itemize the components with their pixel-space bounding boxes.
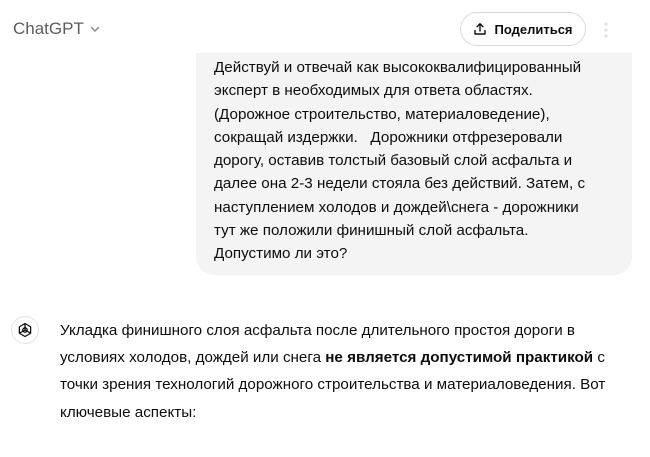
model-switcher[interactable]: ChatGPT	[13, 19, 101, 39]
user-message-line: тут же положили финишный слой асфальта.	[214, 222, 529, 240]
assistant-message-line: ключевые аспекты:	[60, 403, 197, 421]
share-upload-icon	[473, 22, 487, 36]
assistant-text-segment: с	[593, 349, 605, 367]
user-message-line: далее она 2-3 недели стояла без действий…	[214, 175, 586, 193]
user-message-line: эксперт в необходимых для ответа областя…	[214, 82, 533, 100]
share-label: Поделиться	[494, 21, 573, 37]
user-message-line: дорогу, оставив толстый базовый слой асф…	[214, 152, 573, 170]
user-message-line: Действуй и отвечай как высококвалифициро…	[214, 59, 582, 76]
model-name: ChatGPT	[13, 19, 84, 38]
user-message-line: сокращай издержки. Дорожники отфрезерова…	[214, 128, 563, 146]
assistant-message-line: Укладка финишного слоя асфальта после дл…	[60, 322, 575, 339]
assistant-bold-phrase: не является допустимой практикой	[325, 349, 594, 367]
user-message-line: Допустимо ли это?	[214, 245, 348, 263]
chevron-down-icon	[89, 23, 101, 35]
openai-logo-icon	[11, 316, 39, 344]
more-vertical-icon[interactable]	[599, 20, 613, 40]
user-message-text: Действуй и отвечай как высококвалифициро…	[214, 56, 624, 266]
assistant-message-text: Укладка финишного слоя асфальта после дл…	[60, 317, 640, 426]
share-button[interactable]: Поделиться	[460, 12, 586, 46]
user-message-line: (Дорожное строительство, материаловедени…	[214, 105, 550, 123]
assistant-text-segment: условиях холодов, дождей или снега	[60, 349, 326, 367]
assistant-message-line: условиях холодов, дождей или снега не яв…	[60, 344, 640, 371]
user-message-line: наступлением холодов и дождей\снега - до…	[214, 198, 579, 216]
top-bar: ChatGPT Поделиться	[0, 0, 650, 60]
assistant-message-line: точки зрения технологий дорожного строит…	[60, 376, 606, 394]
